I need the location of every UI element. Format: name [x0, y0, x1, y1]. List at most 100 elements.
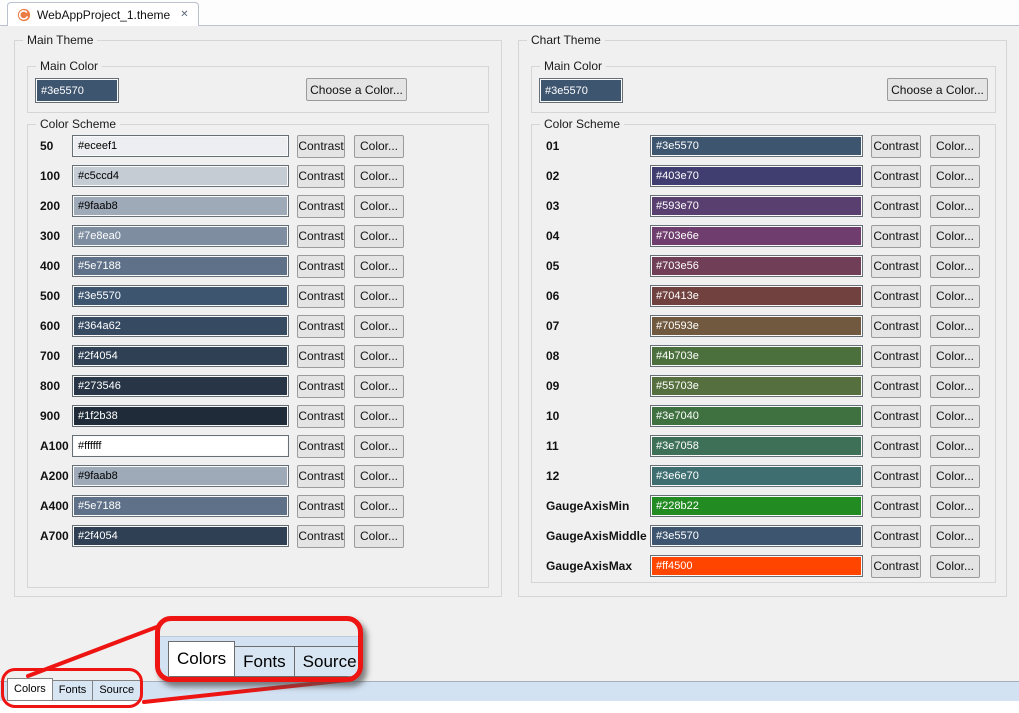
color-swatch-field[interactable]: #403e70 — [650, 165, 863, 187]
color-swatch-field[interactable]: #eceef1 — [72, 135, 289, 157]
color-swatch-field[interactable]: #9faab8 — [72, 465, 289, 487]
main-color-swatch-field[interactable]: #3e5570 — [539, 78, 623, 103]
contrast-button[interactable]: Contrast — [297, 135, 345, 158]
contrast-button[interactable]: Contrast — [871, 435, 921, 458]
contrast-button[interactable]: Contrast — [871, 375, 921, 398]
color-swatch-field[interactable]: #703e56 — [650, 255, 863, 277]
color-button[interactable]: Color... — [930, 195, 980, 218]
color-button[interactable]: Color... — [930, 375, 980, 398]
color-scheme-row: GaugeAxisMax#ff4500ContrastColor... — [546, 555, 995, 577]
color-button[interactable]: Color... — [930, 405, 980, 428]
color-button[interactable]: Color... — [354, 315, 404, 338]
color-button[interactable]: Color... — [930, 315, 980, 338]
color-button[interactable]: Color... — [354, 405, 404, 428]
contrast-button[interactable]: Contrast — [297, 195, 345, 218]
contrast-button[interactable]: Contrast — [297, 465, 345, 488]
color-swatch-field[interactable]: #3e5570 — [650, 525, 863, 547]
color-swatch-field[interactable]: #3e5570 — [650, 135, 863, 157]
color-button[interactable]: Color... — [354, 165, 404, 188]
color-swatch-field[interactable]: #ff4500 — [650, 555, 863, 577]
color-button[interactable]: Color... — [354, 285, 404, 308]
color-button[interactable]: Color... — [930, 435, 980, 458]
contrast-button[interactable]: Contrast — [297, 435, 345, 458]
contrast-button[interactable]: Contrast — [297, 525, 345, 548]
color-swatch-field[interactable]: #228b22 — [650, 495, 863, 517]
bottom-tab-fonts[interactable]: Fonts — [53, 680, 94, 701]
color-button[interactable]: Color... — [930, 495, 980, 518]
color-swatch-field[interactable]: #55703e — [650, 375, 863, 397]
contrast-button[interactable]: Contrast — [871, 345, 921, 368]
color-swatch-field[interactable]: #7e8ea0 — [72, 225, 289, 247]
contrast-button[interactable]: Contrast — [297, 255, 345, 278]
bottom-tab-colors[interactable]: Colors — [7, 678, 53, 701]
contrast-button[interactable]: Contrast — [297, 165, 345, 188]
color-button[interactable]: Color... — [354, 435, 404, 458]
color-button[interactable]: Color... — [930, 285, 980, 308]
bottom-tab-source[interactable]: Source — [93, 680, 141, 701]
color-swatch-field[interactable]: #364a62 — [72, 315, 289, 337]
contrast-button[interactable]: Contrast — [871, 555, 921, 578]
contrast-button[interactable]: Contrast — [871, 465, 921, 488]
contrast-button[interactable]: Contrast — [297, 315, 345, 338]
color-scheme-row: 08#4b703eContrastColor... — [546, 345, 995, 367]
color-swatch-field[interactable]: #3e6e70 — [650, 465, 863, 487]
color-button[interactable]: Color... — [930, 465, 980, 488]
color-button[interactable]: Color... — [930, 255, 980, 278]
contrast-button[interactable]: Contrast — [871, 285, 921, 308]
contrast-button[interactable]: Contrast — [297, 225, 345, 248]
main-color-swatch-field[interactable]: #3e5570 — [35, 78, 119, 103]
editor-tab-webappproject-theme[interactable]: WebAppProject_1.theme ✕ — [7, 2, 199, 26]
color-button[interactable]: Color... — [930, 555, 980, 578]
color-swatch-field[interactable]: #9faab8 — [72, 195, 289, 217]
color-swatch-field[interactable]: #3e5570 — [72, 285, 289, 307]
color-swatch-field[interactable]: #3e7040 — [650, 405, 863, 427]
choose-a-color-button[interactable]: Choose a Color... — [887, 78, 988, 101]
color-swatch-field[interactable]: #273546 — [72, 375, 289, 397]
color-swatch-field[interactable]: #5e7188 — [72, 255, 289, 277]
choose-a-color-button[interactable]: Choose a Color... — [306, 78, 407, 101]
contrast-button[interactable]: Contrast — [871, 315, 921, 338]
color-button[interactable]: Color... — [354, 525, 404, 548]
color-swatch-field[interactable]: #593e70 — [650, 195, 863, 217]
color-button[interactable]: Color... — [354, 495, 404, 518]
editor-tab-bar: WebAppProject_1.theme ✕ — [0, 0, 1019, 26]
contrast-button[interactable]: Contrast — [297, 405, 345, 428]
color-swatch-field[interactable]: #c5ccd4 — [72, 165, 289, 187]
color-scheme-row: A400#5e7188ContrastColor... — [40, 495, 488, 517]
color-button[interactable]: Color... — [354, 225, 404, 248]
color-button[interactable]: Color... — [930, 345, 980, 368]
color-button[interactable]: Color... — [930, 165, 980, 188]
contrast-button[interactable]: Contrast — [871, 225, 921, 248]
color-swatch-field[interactable]: #70413e — [650, 285, 863, 307]
contrast-button[interactable]: Contrast — [297, 285, 345, 308]
contrast-button[interactable]: Contrast — [871, 135, 921, 158]
color-swatch-field[interactable]: #1f2b38 — [72, 405, 289, 427]
color-button[interactable]: Color... — [930, 525, 980, 548]
color-swatch-field[interactable]: #2f4054 — [72, 525, 289, 547]
color-swatch-field[interactable]: #ffffff — [72, 435, 289, 457]
contrast-button[interactable]: Contrast — [871, 165, 921, 188]
contrast-button[interactable]: Contrast — [297, 495, 345, 518]
color-button[interactable]: Color... — [354, 375, 404, 398]
contrast-button[interactable]: Contrast — [297, 375, 345, 398]
contrast-button[interactable]: Contrast — [871, 255, 921, 278]
contrast-button[interactable]: Contrast — [871, 495, 921, 518]
color-button[interactable]: Color... — [354, 135, 404, 158]
color-button[interactable]: Color... — [930, 135, 980, 158]
color-swatch-field[interactable]: #4b703e — [650, 345, 863, 367]
contrast-button[interactable]: Contrast — [871, 195, 921, 218]
contrast-button[interactable]: Contrast — [871, 405, 921, 428]
color-swatch-field[interactable]: #703e6e — [650, 225, 863, 247]
contrast-button[interactable]: Contrast — [871, 525, 921, 548]
color-swatch-field[interactable]: #2f4054 — [72, 345, 289, 367]
color-button[interactable]: Color... — [354, 465, 404, 488]
color-swatch-field[interactable]: #3e7058 — [650, 435, 863, 457]
color-button[interactable]: Color... — [354, 255, 404, 278]
contrast-button[interactable]: Contrast — [297, 345, 345, 368]
color-button[interactable]: Color... — [930, 225, 980, 248]
color-swatch-field[interactable]: #5e7188 — [72, 495, 289, 517]
color-swatch-field[interactable]: #70593e — [650, 315, 863, 337]
color-button[interactable]: Color... — [354, 345, 404, 368]
color-button[interactable]: Color... — [354, 195, 404, 218]
close-icon[interactable]: ✕ — [180, 9, 188, 20]
